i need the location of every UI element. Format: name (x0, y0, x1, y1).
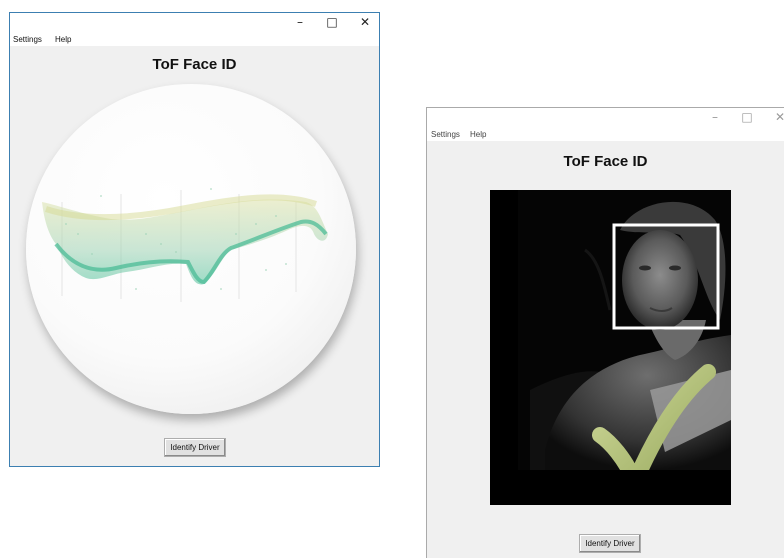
minimize-icon[interactable]: – (700, 108, 730, 128)
minimize-icon[interactable]: – (285, 13, 315, 33)
menu-settings[interactable]: Settings (13, 33, 42, 46)
left-app-window: – □ ✕ Settings Help ToF Face ID Identify… (9, 12, 380, 467)
menu-help[interactable]: Help (470, 128, 486, 141)
left-menubar: Settings Help (10, 33, 379, 46)
right-app-window: – □ ✕ Settings Help ToF Face ID Identify… (426, 107, 784, 558)
point-cloud-sphere (26, 84, 356, 414)
app-title: ToF Face ID (152, 56, 237, 73)
identify-driver-button[interactable]: Identify Driver (579, 534, 641, 553)
menu-settings[interactable]: Settings (431, 128, 460, 141)
left-titlebar: – □ ✕ (10, 13, 379, 33)
close-icon[interactable]: ✕ (350, 13, 380, 33)
right-menubar: Settings Help (427, 128, 784, 141)
right-titlebar: – □ ✕ (427, 108, 784, 128)
face-point-cloud (42, 188, 328, 302)
maximize-icon[interactable]: □ (317, 13, 347, 33)
driver-photo (490, 190, 731, 505)
maximize-icon[interactable]: □ (732, 108, 762, 128)
driver-camera-image (490, 190, 731, 505)
close-icon[interactable]: ✕ (765, 108, 784, 128)
identify-driver-button[interactable]: Identify Driver (164, 438, 226, 457)
app-title: ToF Face ID (563, 153, 648, 170)
menu-help[interactable]: Help (55, 33, 71, 46)
